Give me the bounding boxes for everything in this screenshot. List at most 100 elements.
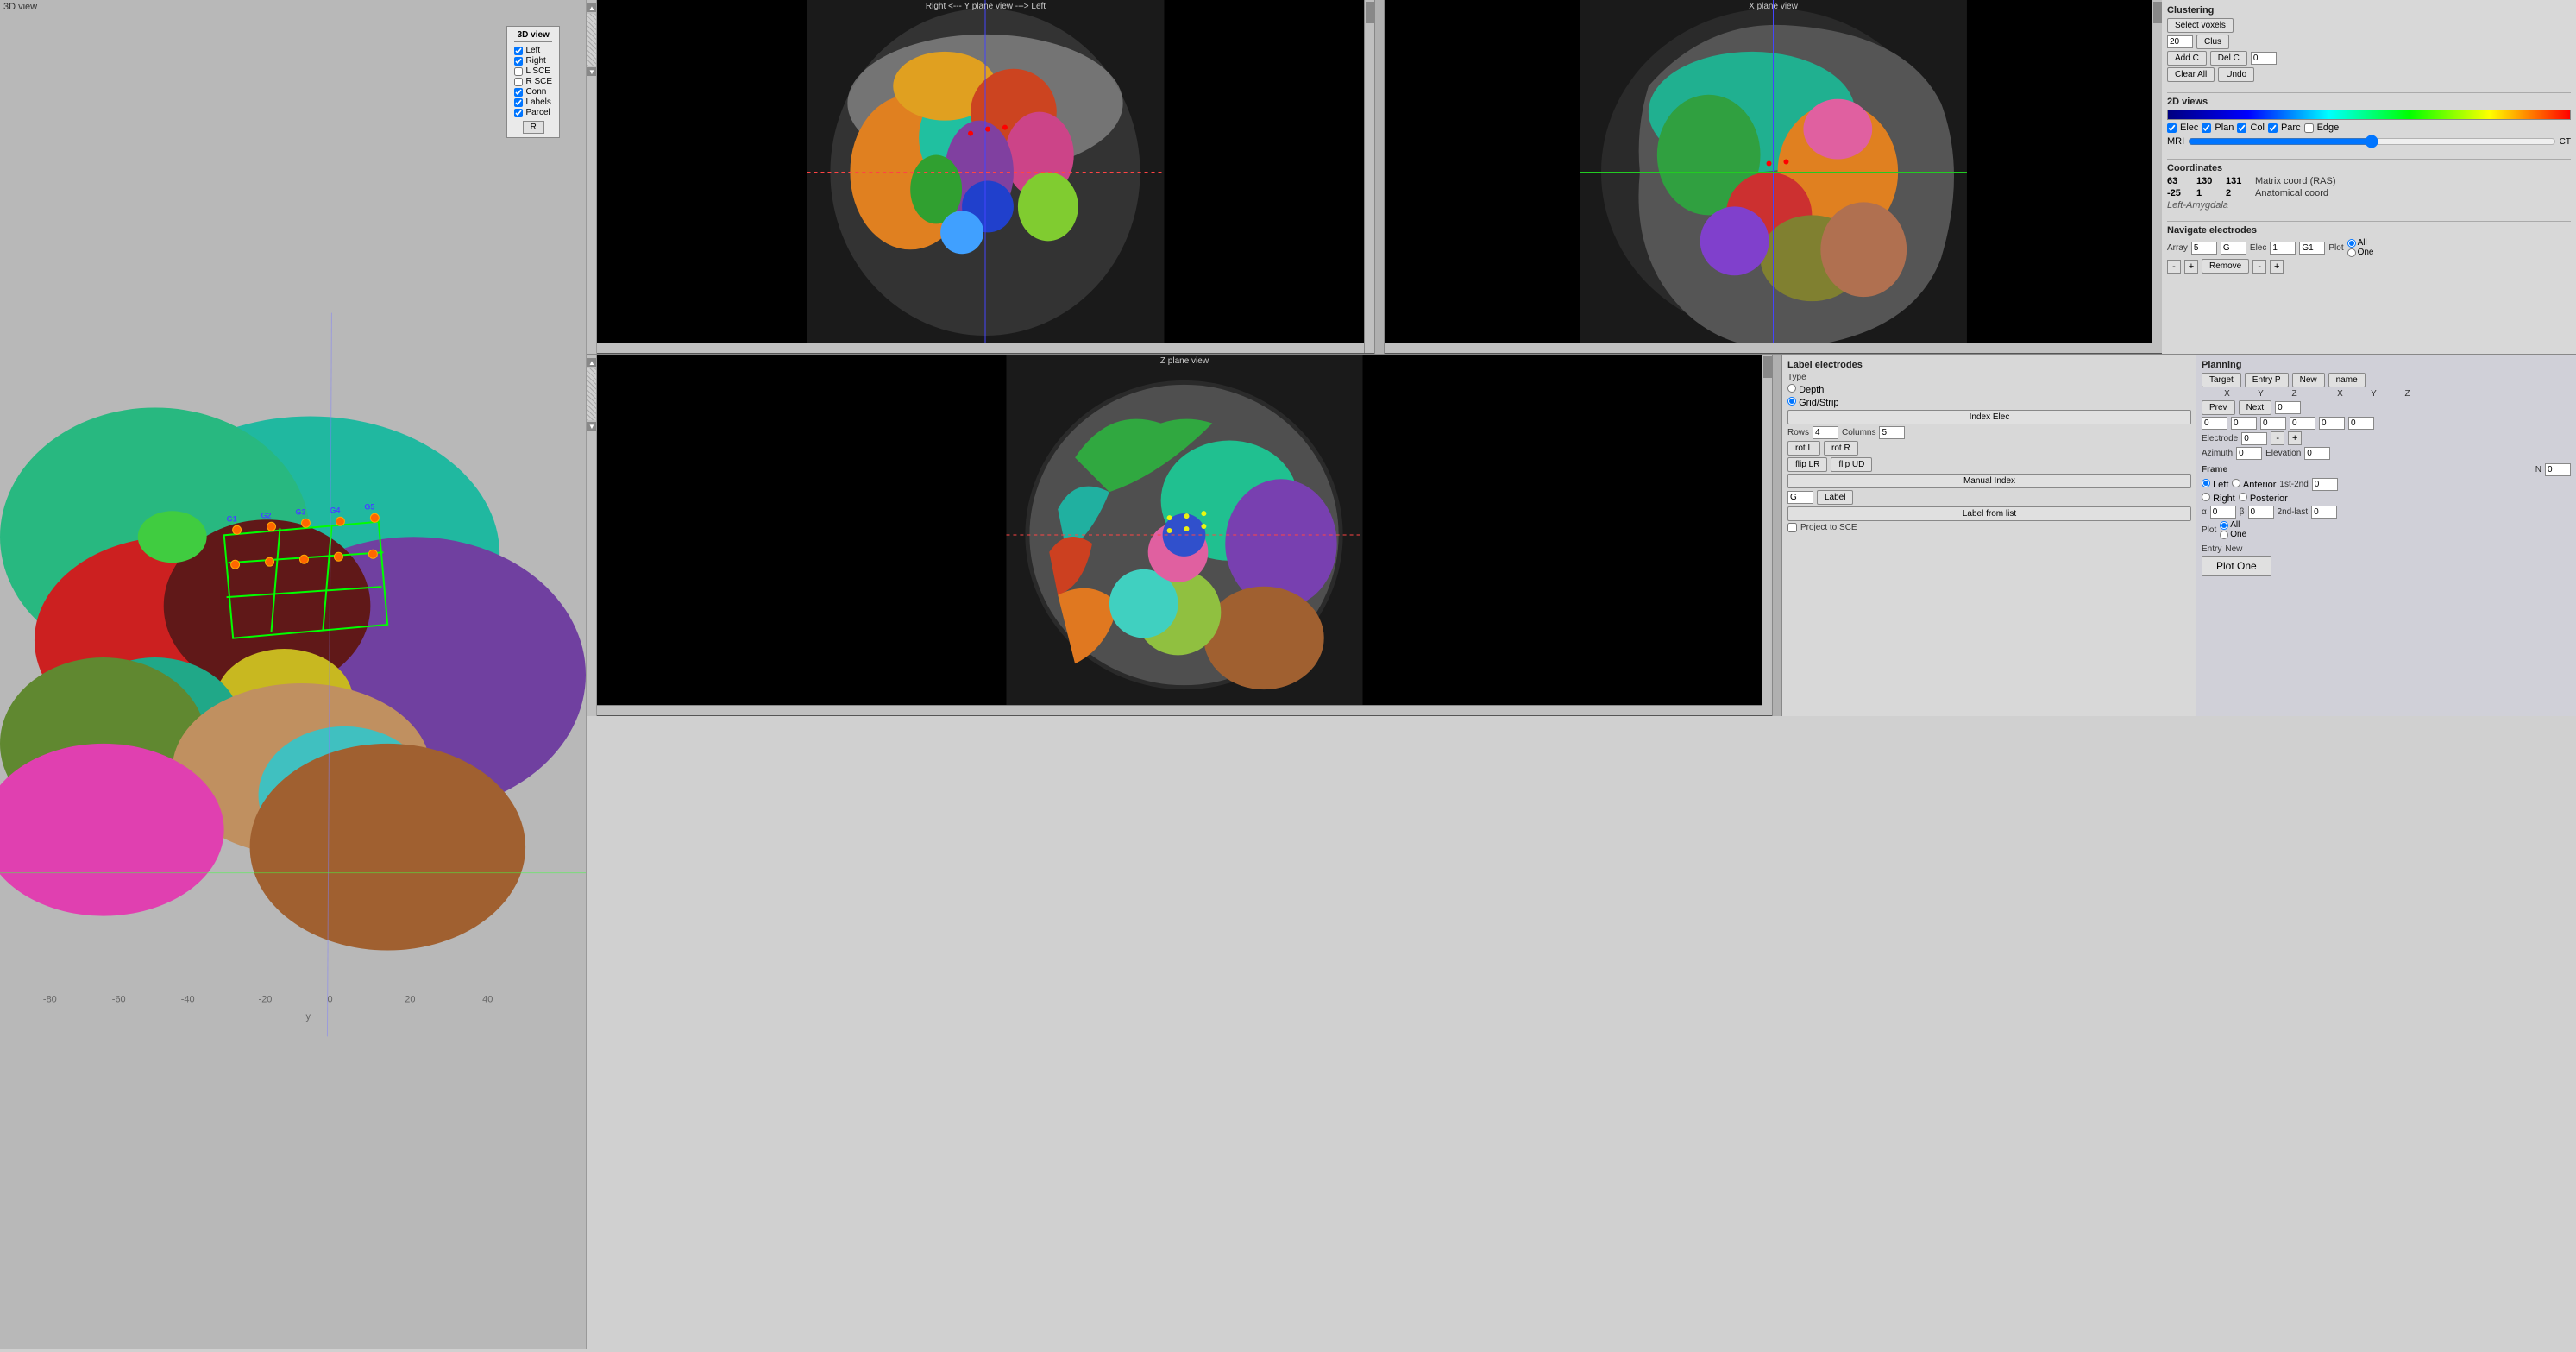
scroll-down-z[interactable]: ▼	[587, 422, 596, 431]
label-btn[interactable]: Label	[1817, 490, 1853, 505]
prev-btn[interactable]: Prev	[2202, 400, 2235, 415]
frame-posterior-radio[interactable]	[2239, 493, 2247, 501]
r-button[interactable]: R	[523, 121, 544, 134]
target-x-input[interactable]	[2202, 417, 2227, 430]
middle-scrollbar[interactable]	[1374, 0, 1385, 354]
left-scrollbar[interactable]: ▲ ▼	[587, 0, 597, 354]
labels-check-label[interactable]: Labels	[514, 97, 552, 107]
scroll-up-z[interactable]: ▲	[587, 358, 596, 367]
plot-all-radio[interactable]	[2220, 521, 2228, 530]
entry-y-input[interactable]	[2319, 417, 2345, 430]
target-y-input[interactable]	[2231, 417, 2257, 430]
depth-radio[interactable]	[1787, 384, 1796, 393]
undo-btn[interactable]: Undo	[2218, 67, 2254, 82]
rows-input[interactable]	[1813, 426, 1838, 439]
col-checkbox[interactable]	[2237, 123, 2246, 133]
z-plane-hscroll[interactable]	[597, 705, 1762, 715]
index-elec-btn[interactable]: Index Elec	[1787, 410, 2191, 424]
right-checkbox[interactable]	[514, 57, 523, 66]
next-value-input[interactable]	[2275, 401, 2301, 414]
left-check-label[interactable]: Left	[514, 46, 552, 55]
parcel-checkbox[interactable]	[514, 109, 523, 117]
target-z-input[interactable]	[2260, 417, 2286, 430]
plot-one-radio[interactable]	[2220, 531, 2228, 539]
scroll-down[interactable]: ▼	[587, 67, 596, 76]
del-c-btn[interactable]: Del C	[2210, 51, 2247, 66]
left-checkbox[interactable]	[514, 47, 523, 55]
n-input[interactable]	[2545, 463, 2571, 476]
array-minus-btn[interactable]: -	[2167, 260, 2181, 274]
all-radio-label[interactable]: All	[2347, 238, 2374, 248]
array-plus-btn[interactable]: +	[2184, 260, 2198, 274]
elevation-input[interactable]	[2304, 447, 2330, 460]
one-radio-label[interactable]: One	[2347, 248, 2374, 257]
flip-lr-btn[interactable]: flip LR	[1787, 457, 1827, 472]
one-radio[interactable]	[2347, 248, 2356, 257]
electrode-input[interactable]	[2241, 432, 2267, 445]
x-plane-hscroll[interactable]	[1385, 343, 2152, 353]
plot-one-label[interactable]: One	[2220, 530, 2246, 539]
array-g-input[interactable]	[2221, 242, 2246, 255]
lsce-checkbox[interactable]	[514, 67, 523, 76]
rsce-check-label[interactable]: R SCE	[514, 77, 552, 86]
label-g-input[interactable]	[1787, 491, 1813, 504]
clear-all-btn[interactable]: Clear All	[2167, 67, 2215, 82]
edge-checkbox[interactable]	[2304, 123, 2314, 133]
remove-btn[interactable]: Remove	[2202, 259, 2249, 274]
new-btn[interactable]: New	[2292, 373, 2325, 387]
grid-radio[interactable]	[1787, 397, 1796, 406]
y-plane-vscroll[interactable]	[1364, 0, 1374, 353]
frame-left-label[interactable]: Left	[2202, 479, 2228, 490]
add-c-btn[interactable]: Add C	[2167, 51, 2207, 66]
z-plane-vscroll[interactable]	[1762, 355, 1772, 715]
conn-checkbox[interactable]	[514, 88, 523, 97]
entry-p-btn[interactable]: Entry P	[2245, 373, 2289, 387]
select-voxels-btn[interactable]: Select voxels	[2167, 18, 2234, 33]
parcel-check-label[interactable]: Parcel	[514, 108, 552, 117]
azimuth-input[interactable]	[2236, 447, 2262, 460]
frame-posterior-label[interactable]: Posterior	[2239, 493, 2288, 504]
parc-checkbox[interactable]	[2268, 123, 2278, 133]
electrode-plus[interactable]: +	[2288, 431, 2302, 445]
elec-nav-input[interactable]	[2270, 242, 2296, 255]
depth-radio-label[interactable]: Depth	[1787, 384, 1824, 395]
scroll-up[interactable]: ▲	[587, 3, 596, 12]
conn-check-label[interactable]: Conn	[514, 87, 552, 97]
beta-input[interactable]	[2248, 506, 2274, 519]
elec-name-input[interactable]	[2299, 242, 2325, 255]
grid-radio-label[interactable]: Grid/Strip	[1787, 397, 1839, 408]
columns-input[interactable]	[1879, 426, 1905, 439]
rot-r-btn[interactable]: rot R	[1824, 441, 1858, 456]
second-last-input[interactable]	[2311, 506, 2337, 519]
next-plan-btn[interactable]: Next	[2239, 400, 2272, 415]
elec-minus-btn[interactable]: -	[2252, 260, 2266, 274]
x-plane-vscroll[interactable]	[2152, 0, 2162, 353]
elec-plus-btn[interactable]: +	[2270, 260, 2284, 274]
y-plane-hscroll[interactable]	[597, 343, 1364, 353]
rsce-checkbox[interactable]	[514, 78, 523, 86]
frame-right-radio[interactable]	[2202, 493, 2210, 501]
alpha-input[interactable]	[2210, 506, 2236, 519]
entry-x-input[interactable]	[2290, 417, 2315, 430]
plan-checkbox[interactable]	[2202, 123, 2211, 133]
rot-l-btn[interactable]: rot L	[1787, 441, 1820, 456]
electrode-minus[interactable]: -	[2271, 431, 2284, 445]
frame-left-radio[interactable]	[2202, 479, 2210, 487]
frame-anterior-radio[interactable]	[2232, 479, 2240, 487]
right-check-label[interactable]: Right	[514, 56, 552, 66]
all-radio[interactable]	[2347, 239, 2356, 248]
del-c-value-input[interactable]	[2251, 52, 2277, 65]
z-left-scrollbar[interactable]: ▲ ▼	[587, 355, 597, 716]
project-sce-check[interactable]	[1787, 523, 1797, 532]
lsce-check-label[interactable]: L SCE	[514, 66, 552, 76]
frame-anterior-label[interactable]: Anterior	[2232, 479, 2276, 490]
elec-checkbox[interactable]	[2167, 123, 2177, 133]
entry-z-input[interactable]	[2348, 417, 2374, 430]
plot-all-label[interactable]: All	[2220, 520, 2246, 530]
target-btn[interactable]: Target	[2202, 373, 2241, 387]
labels-checkbox[interactable]	[514, 98, 523, 107]
label-from-list-btn[interactable]: Label from list	[1787, 506, 2191, 521]
mri-slider[interactable]	[2188, 135, 2555, 148]
first-second-input[interactable]	[2312, 478, 2338, 491]
name-btn[interactable]: name	[2328, 373, 2366, 387]
